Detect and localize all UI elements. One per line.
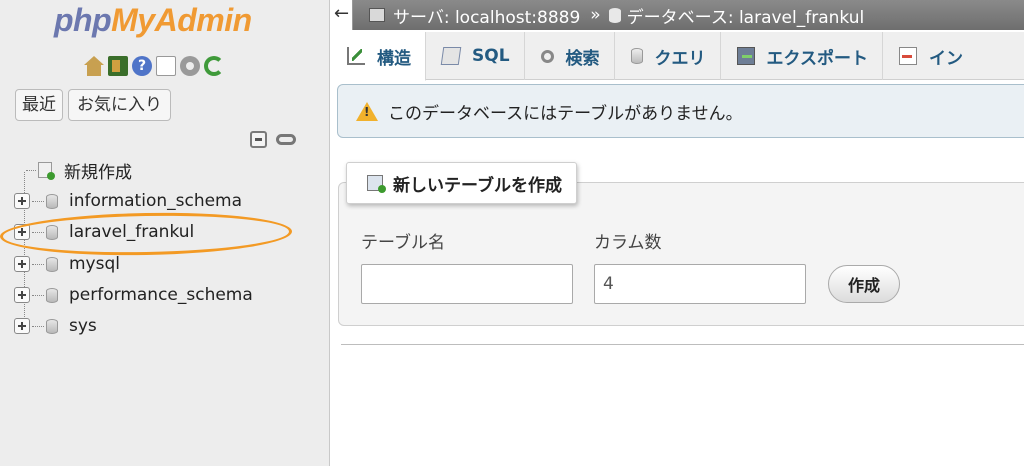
column-count-label: カラム数	[594, 233, 662, 253]
query-icon	[630, 48, 643, 64]
back-arrow-icon[interactable]: ←	[331, 0, 353, 30]
favorites-button[interactable]: お気に入り	[68, 89, 171, 121]
expand-icon[interactable]	[14, 318, 30, 334]
tab-export[interactable]: エクスポート	[721, 32, 884, 80]
collapse-all-icon[interactable]	[250, 131, 267, 148]
expand-icon[interactable]	[14, 287, 30, 303]
database-icon	[608, 7, 621, 23]
server-icon	[369, 8, 385, 22]
tab-label: エクスポート	[766, 48, 869, 69]
link-with-main-icon[interactable]	[276, 134, 296, 145]
tree-connector	[32, 325, 44, 327]
tab-sql[interactable]: SQL	[426, 32, 525, 80]
export-icon	[736, 47, 755, 65]
tree-item-label[interactable]: performance_schema	[69, 285, 253, 305]
tree-connector	[32, 200, 44, 202]
expand-icon[interactable]	[14, 256, 30, 272]
import-icon	[899, 47, 918, 65]
notice-text: このデータベースにはテーブルがありません。	[388, 103, 743, 124]
divider	[341, 344, 1024, 345]
tree-item-database[interactable]: sys	[14, 313, 97, 339]
tab-import[interactable]: イン	[883, 32, 977, 80]
new-database-icon	[38, 162, 55, 180]
tab-label: クエリ	[654, 48, 706, 69]
tab-search[interactable]: 検索	[525, 32, 615, 80]
tab-label: SQL	[472, 46, 510, 66]
tab-structure[interactable]: 構造	[331, 32, 426, 81]
tree-item-database[interactable]: performance_schema	[14, 282, 253, 308]
logout-icon[interactable]	[108, 56, 128, 76]
tab-label: イン	[929, 48, 964, 69]
column-count-input[interactable]	[594, 264, 806, 304]
tree-item-label[interactable]: information_schema	[69, 191, 242, 211]
database-icon	[46, 287, 58, 303]
sidebar-icon-row: ?	[84, 56, 224, 76]
database-icon	[46, 193, 58, 209]
navigation-sidebar: phpMyAdmin ? 最近 お気に入り 新規作成 information_s…	[0, 0, 330, 466]
main-panel: ← サーバ: localhost:8889 » データベース: laravel_…	[331, 0, 1024, 466]
new-table-icon	[367, 175, 386, 193]
breadcrumb-database[interactable]: データベース: laravel_frankul	[627, 3, 865, 28]
warning-icon	[356, 101, 378, 121]
notice-message: このデータベースにはテーブルがありません。	[337, 84, 1024, 138]
tree-item-new[interactable]: 新規作成	[26, 157, 132, 183]
sql-icon	[440, 47, 462, 65]
settings-icon[interactable]	[180, 56, 200, 76]
tab-label: 検索	[565, 48, 600, 69]
tree-item-database[interactable]: information_schema	[14, 188, 242, 214]
reload-icon[interactable]	[204, 56, 224, 76]
tab-bar: 構造 SQL 検索 クエリ エクスポート イン	[331, 32, 1024, 81]
help-icon[interactable]: ?	[132, 56, 152, 76]
tab-query[interactable]: クエリ	[615, 32, 721, 80]
legend-text: 新しいテーブルを作成	[393, 175, 562, 196]
breadcrumb: ← サーバ: localhost:8889 » データベース: laravel_…	[331, 0, 1024, 30]
create-button[interactable]: 作成	[828, 265, 900, 303]
create-table-legend: 新しいテーブルを作成	[346, 162, 577, 204]
documentation-icon[interactable]	[156, 56, 176, 76]
database-icon	[46, 256, 58, 272]
search-icon	[540, 49, 554, 63]
tree-item-label[interactable]: sys	[69, 316, 97, 336]
tree-connector	[32, 263, 44, 265]
breadcrumb-server[interactable]: サーバ: localhost:8889	[393, 3, 580, 28]
table-name-input[interactable]	[361, 264, 573, 304]
home-icon[interactable]	[84, 56, 104, 76]
tab-label: 構造	[377, 48, 411, 69]
tree-connector	[26, 169, 36, 171]
tree-item-label: 新規作成	[64, 162, 132, 183]
tree-item-label[interactable]: mysql	[69, 254, 120, 274]
recent-button[interactable]: 最近	[15, 89, 63, 121]
phpmyadmin-logo[interactable]: phpMyAdmin	[54, 2, 252, 39]
table-name-label: テーブル名	[361, 233, 445, 253]
expand-icon[interactable]	[14, 193, 30, 209]
structure-icon	[347, 47, 365, 65]
breadcrumb-separator: »	[590, 5, 601, 25]
tree-connector	[32, 294, 44, 296]
highlight-annotation	[0, 210, 293, 258]
database-icon	[46, 318, 58, 334]
